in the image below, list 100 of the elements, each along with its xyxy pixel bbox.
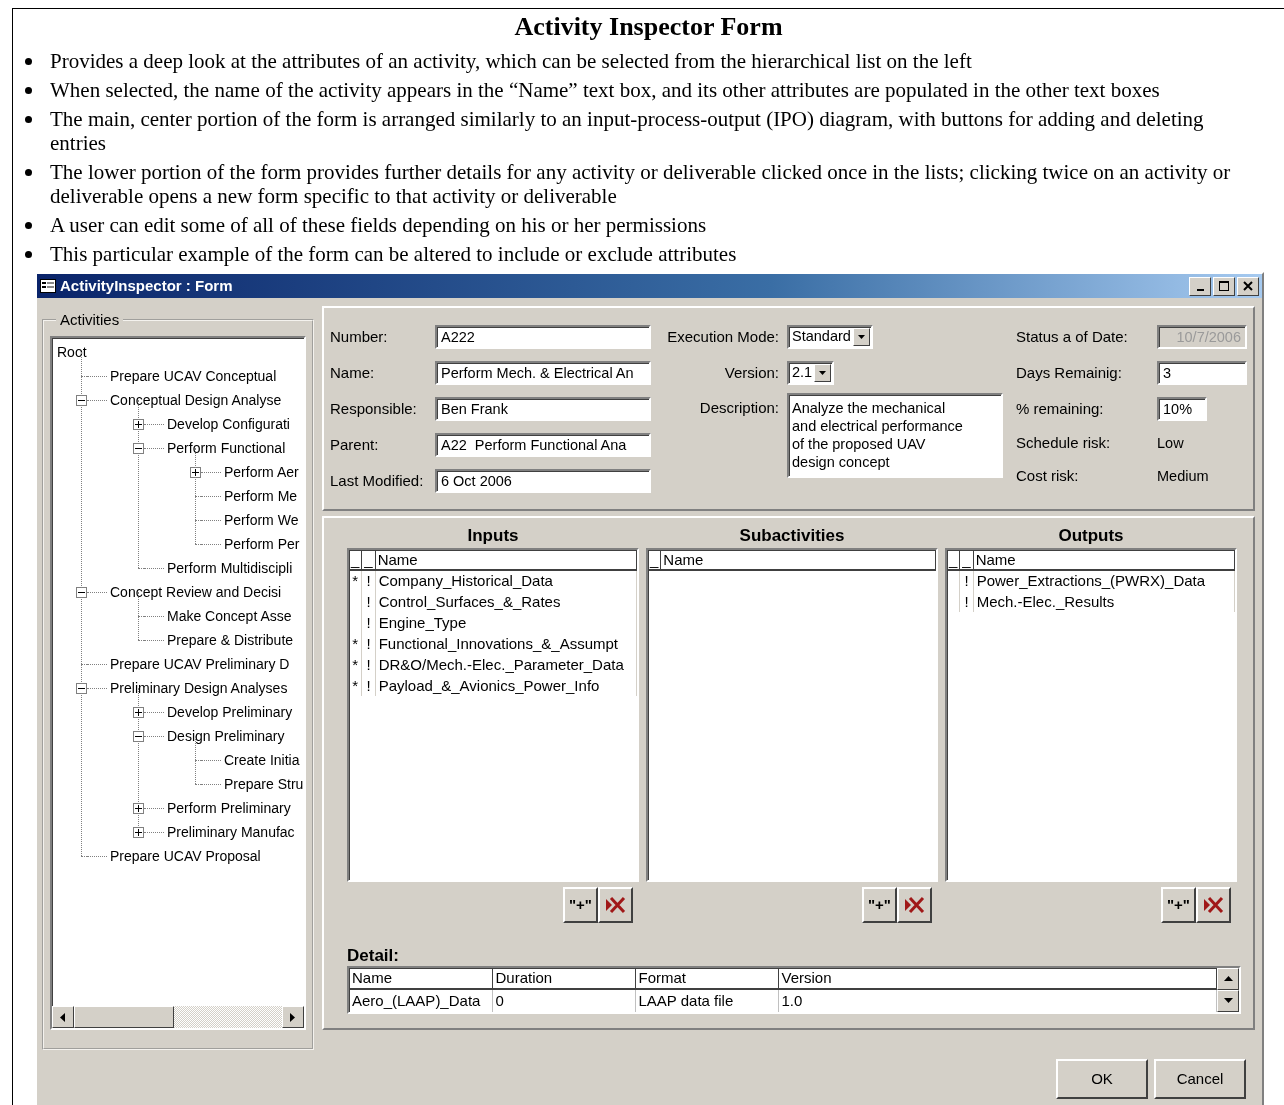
collapse-toggle[interactable] xyxy=(76,682,87,694)
tree-item[interactable]: Create Initia xyxy=(224,750,300,770)
tree-item[interactable]: Concept Review and Decisi xyxy=(110,582,282,602)
tree-item[interactable]: Conceptual Design Analyse xyxy=(110,390,282,410)
tree-item[interactable]: Perform Preliminary xyxy=(167,798,291,818)
expand-toggle[interactable] xyxy=(133,418,144,430)
group-label: Activities xyxy=(59,312,121,328)
column-header[interactable]: Name xyxy=(349,968,492,989)
tree-item[interactable]: Prepare UCAV Conceptual xyxy=(110,366,277,386)
column-header[interactable]: Format xyxy=(635,968,778,989)
column-header[interactable]: _ xyxy=(361,550,376,570)
tree-item[interactable]: Root xyxy=(57,342,87,362)
delete-button[interactable] xyxy=(1196,887,1231,923)
expand-toggle[interactable] xyxy=(133,826,144,838)
expand-toggle[interactable] xyxy=(133,802,144,814)
collapse-toggle[interactable] xyxy=(76,586,87,598)
flag-cell: ! xyxy=(361,570,376,591)
column-header[interactable]: _ xyxy=(349,550,362,570)
list-item[interactable]: Payload_&_Avionics_Power_Info xyxy=(375,675,637,696)
text-field[interactable]: 10% xyxy=(1157,397,1207,421)
tree-item[interactable]: Perform We xyxy=(224,510,299,530)
scroll-down-button[interactable] xyxy=(1217,990,1239,1012)
delete-button[interactable] xyxy=(598,887,633,923)
add-button[interactable]: "+" xyxy=(563,887,598,923)
dialog-button[interactable]: Cancel xyxy=(1154,1059,1246,1099)
column-header[interactable]: _ xyxy=(648,550,661,570)
tree-item[interactable]: Develop Configurati xyxy=(167,414,290,434)
bullet-icon xyxy=(25,58,32,65)
dropdown[interactable]: 2.1 xyxy=(787,361,835,385)
panel-title: Outputs xyxy=(1057,525,1125,547)
tree-item[interactable]: Develop Preliminary xyxy=(167,702,293,722)
description-field[interactable]: Analyze the mechanical and electrical performance of the proposed UAV design concept xyxy=(787,393,1003,478)
column-header[interactable]: Duration xyxy=(492,968,635,989)
tree-item[interactable]: Perform Per xyxy=(224,534,300,554)
bullet-text: The lower portion of the form provides further details for any activity or deliverable clicked once in the lists; clicking twice on an activity or deliverable opens a new form specific to that activity or deliverable xyxy=(50,160,1232,208)
scroll-thumb[interactable] xyxy=(74,1006,174,1028)
text-field[interactable]: 6 Oct 2006 xyxy=(435,469,651,493)
list-item[interactable]: Mech.-Elec._Results xyxy=(973,591,1235,612)
list-item[interactable]: Functional_Innovations_&_Assumpt xyxy=(375,633,637,654)
plus-icon xyxy=(135,804,142,812)
field-value: Medium xyxy=(1157,466,1209,486)
scroll-up-button[interactable] xyxy=(1217,968,1239,990)
tree-item[interactable]: Prepare UCAV Preliminary D xyxy=(110,654,290,674)
text-field[interactable]: A222 xyxy=(435,325,651,349)
text-field[interactable]: Ben Frank xyxy=(435,397,651,421)
flag-cell: * xyxy=(349,654,362,675)
expand-toggle[interactable] xyxy=(133,706,144,718)
column-header[interactable]: Version xyxy=(778,968,1217,989)
horizontal-scrollbar[interactable] xyxy=(52,1006,304,1028)
delete-button[interactable] xyxy=(897,887,932,923)
column-header[interactable]: _ xyxy=(947,550,960,570)
flag-cell: ! xyxy=(361,633,376,654)
flag-cell: ! xyxy=(361,612,376,633)
column-header[interactable]: Name xyxy=(973,550,1235,570)
close-button[interactable] xyxy=(1237,276,1259,296)
column-header[interactable]: Name xyxy=(660,550,936,570)
column-header[interactable]: _ xyxy=(959,550,974,570)
maximize-button[interactable] xyxy=(1213,276,1235,296)
tree-item[interactable]: Design Preliminary xyxy=(167,726,285,746)
tree-item[interactable]: Make Concept Asse xyxy=(167,606,292,626)
tree-item[interactable]: Preliminary Manufac xyxy=(167,822,295,842)
window-title: ActivityInspector : Form xyxy=(60,275,233,296)
collapse-toggle[interactable] xyxy=(76,394,87,406)
field-label: Parent: xyxy=(330,434,380,455)
add-button[interactable]: "+" xyxy=(862,887,897,923)
tree-item[interactable]: Perform Aer xyxy=(224,462,299,482)
tree-item[interactable]: Preliminary Design Analyses xyxy=(110,678,288,698)
scroll-right-button[interactable] xyxy=(282,1006,304,1028)
form-icon xyxy=(40,279,56,293)
bullet-icon xyxy=(25,116,32,123)
column-header[interactable]: Name xyxy=(375,550,637,570)
panel-title: Inputs xyxy=(466,525,520,547)
collapse-toggle[interactable] xyxy=(133,730,144,742)
list-item[interactable]: Engine_Type xyxy=(375,612,637,633)
minimize-button[interactable] xyxy=(1189,276,1211,296)
bullet-icon xyxy=(25,87,32,94)
tree-item[interactable]: Perform Me xyxy=(224,486,298,506)
text-field[interactable]: A22 Perform Functional Ana xyxy=(435,433,651,457)
tree-item[interactable]: Prepare UCAV Proposal xyxy=(110,846,261,866)
collapse-toggle[interactable] xyxy=(133,442,144,454)
tree-item[interactable]: Perform Functional xyxy=(167,438,286,458)
list-item[interactable]: Company_Historical_Data xyxy=(375,570,637,591)
dialog-button[interactable]: OK xyxy=(1056,1059,1148,1099)
right-arrow-icon xyxy=(290,1012,296,1022)
text-field[interactable]: Perform Mech. & Electrical An xyxy=(435,361,651,385)
bullet-icon xyxy=(25,169,32,176)
tree-item[interactable]: Perform Multidiscipli xyxy=(167,558,293,578)
expand-toggle[interactable] xyxy=(190,466,201,478)
minimize-icon xyxy=(1196,288,1204,291)
scroll-left-button[interactable] xyxy=(52,1006,74,1028)
list-item[interactable]: DR&O/Mech.-Elec._Parameter_Data xyxy=(375,654,637,675)
tree-item[interactable]: Prepare Stru xyxy=(224,774,304,794)
add-button[interactable]: "+" xyxy=(1161,887,1196,923)
list-item[interactable]: Control_Surfaces_&_Rates xyxy=(375,591,637,612)
tree-item[interactable]: Prepare & Distribute xyxy=(167,630,294,650)
text-field[interactable]: 3 xyxy=(1157,361,1247,385)
plus-icon xyxy=(135,708,142,716)
dropdown[interactable]: Standard xyxy=(787,325,873,349)
plus-icon xyxy=(135,828,142,836)
list-item[interactable]: Power_Extractions_(PWRX)_Data xyxy=(973,570,1235,591)
